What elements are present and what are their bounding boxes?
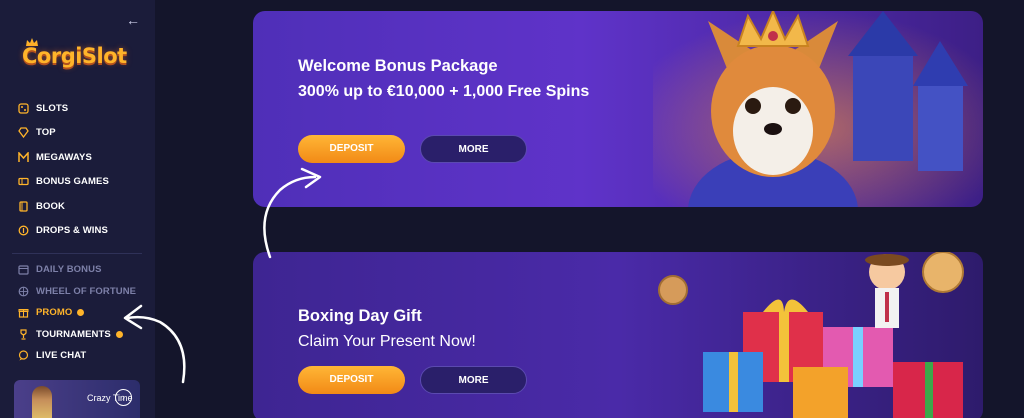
gift-icon [18,309,29,318]
play-arrow-icon[interactable]: › [115,389,132,406]
sidebar-item-label: SLOTS [36,102,69,114]
calendar-icon [18,265,29,275]
annotation-arrow-icon [263,167,322,259]
chat-icon [18,350,29,361]
sidebar-item-label: TOURNAMENTS [36,328,111,340]
sidebar-item-daily-bonus[interactable]: DAILY BONUS [18,259,136,281]
primary-nav: SLOTS TOP MEGAWAYS BONUS GAMES BOOK DROP… [18,96,109,243]
sidebar-item-top[interactable]: TOP [18,121,109,146]
sidebar-item-book[interactable]: BOOK [18,194,109,219]
sidebar-item-label: DAILY BONUS [36,264,102,276]
gift-boxes-illustration [658,252,964,418]
banner-subtitle: Claim Your Present Now! [298,333,476,350]
book-icon [19,201,28,212]
sidebar-item-label: BONUS GAMES [36,176,109,188]
sidebar-item-bonus-games[interactable]: BONUS GAMES [18,170,109,195]
sidebar-item-label: TOP [36,127,56,139]
more-button[interactable]: MORE [420,366,527,394]
banner-subtitle: 300% up to €10,000 + 1,000 Free Spins [298,83,590,100]
annotation-arrow-icon [123,304,186,384]
welcome-bonus-banner: Welcome Bonus Package 300% up to €10,000… [253,11,983,207]
nav-divider [12,253,142,254]
sidebar-item-wheel-of-fortune[interactable]: WHEEL OF FORTUNE [18,281,136,303]
wheel-icon [18,286,29,297]
sidebar-item-label: LIVE CHAT [36,350,87,362]
sidebar-item-label: BOOK [36,200,65,212]
more-button[interactable]: MORE [420,135,527,163]
sidebar-item-label: WHEEL OF FORTUNE [36,285,137,297]
coins-icon [18,225,29,236]
sidebar-item-slots[interactable]: SLOTS [18,96,109,121]
sidebar-item-label: PROMO [36,307,73,319]
deposit-button[interactable]: DEPOSIT [298,366,405,394]
ticket-icon [18,178,29,186]
dice-icon [18,103,29,114]
deposit-button[interactable]: DEPOSIT [298,135,405,163]
banner-title: Boxing Day Gift [298,307,422,325]
host-image [32,386,52,418]
trophy-icon [20,329,27,340]
diamond-icon [18,127,29,139]
sidebar-item-drops-wins[interactable]: DROPS & WINS [18,219,109,244]
sidebar-item-label: MEGAWAYS [36,151,92,163]
promo-badge [77,309,85,317]
sidebar-item-label: DROPS & WINS [36,225,108,237]
game-card-crazy-time[interactable]: Crazy Time › [14,380,140,418]
megaways-icon [18,151,29,162]
corgi-king-illustration [653,11,983,207]
boxing-day-banner: Boxing Day Gift Claim Your Present Now! … [253,252,983,418]
sidebar-item-megaways[interactable]: MEGAWAYS [18,145,109,170]
brand-logo[interactable]: CorgiSlot [22,44,127,68]
banner-title: Welcome Bonus Package [298,57,498,75]
collapse-arrow-icon[interactable]: ← [126,12,140,28]
